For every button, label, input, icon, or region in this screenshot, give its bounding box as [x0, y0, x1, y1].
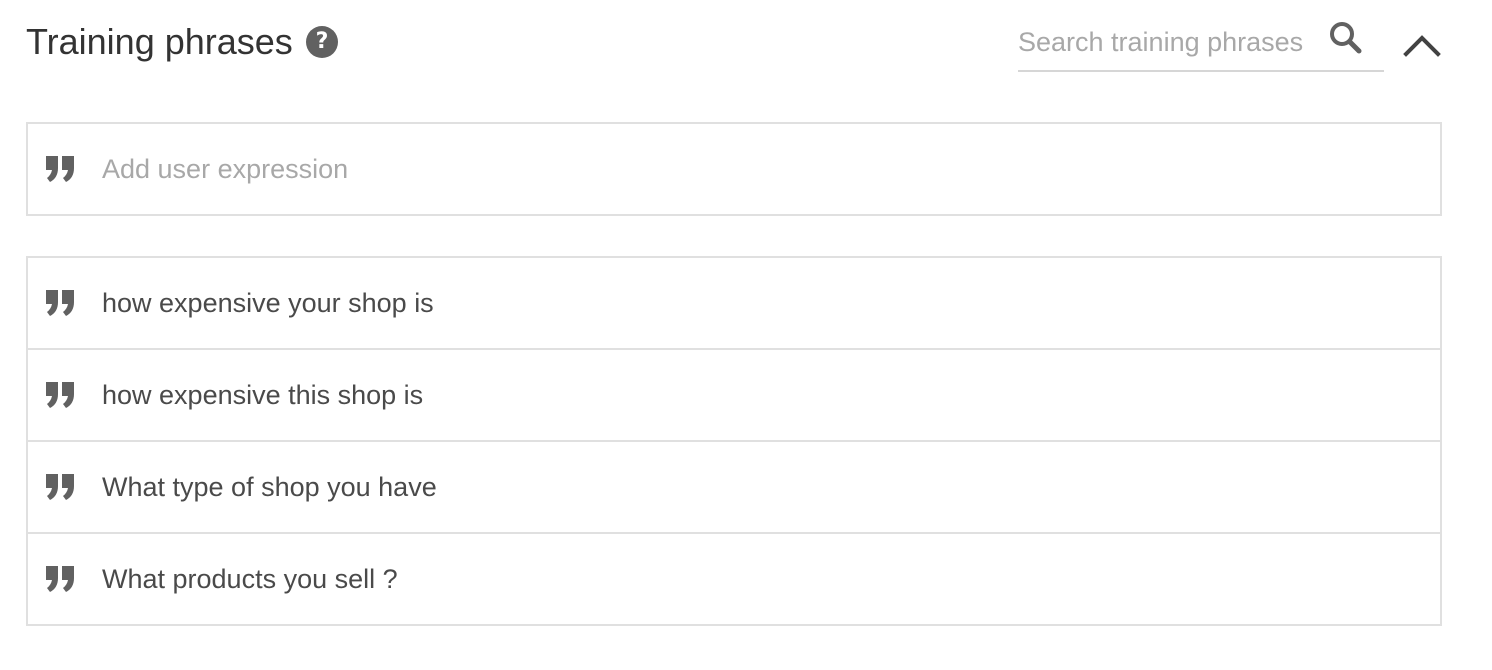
add-user-expression-row[interactable]	[26, 122, 1442, 216]
training-phrase-text[interactable]: how expensive your shop is	[102, 284, 434, 322]
training-phrase-text[interactable]: how expensive this shop is	[102, 376, 423, 414]
help-icon[interactable]: ?	[306, 26, 338, 58]
training-phrase-text[interactable]: What type of shop you have	[102, 468, 437, 506]
training-phrase-row[interactable]: how expensive your shop is	[28, 258, 1440, 350]
training-phrase-row[interactable]: What products you sell ?	[28, 534, 1440, 624]
search-field	[1018, 14, 1384, 72]
training-phrase-row[interactable]: What type of shop you have	[28, 442, 1440, 534]
quote-icon	[46, 474, 74, 500]
quote-icon	[46, 290, 74, 316]
quote-icon	[46, 566, 74, 592]
training-phrase-list: how expensive your shop is how expensive…	[26, 256, 1442, 626]
quote-icon	[46, 382, 74, 408]
training-phrase-text[interactable]: What products you sell ?	[102, 560, 398, 598]
quote-icon	[46, 156, 74, 182]
training-phrase-row[interactable]: how expensive this shop is	[28, 350, 1440, 442]
chevron-up-icon[interactable]	[1400, 26, 1444, 62]
section-title: Training phrases	[26, 21, 293, 62]
search-input[interactable]	[1018, 24, 1318, 60]
add-user-expression-input[interactable]	[102, 150, 1402, 188]
search-icon[interactable]	[1328, 20, 1364, 56]
training-phrases-header: Training phrases ?	[26, 0, 1442, 90]
